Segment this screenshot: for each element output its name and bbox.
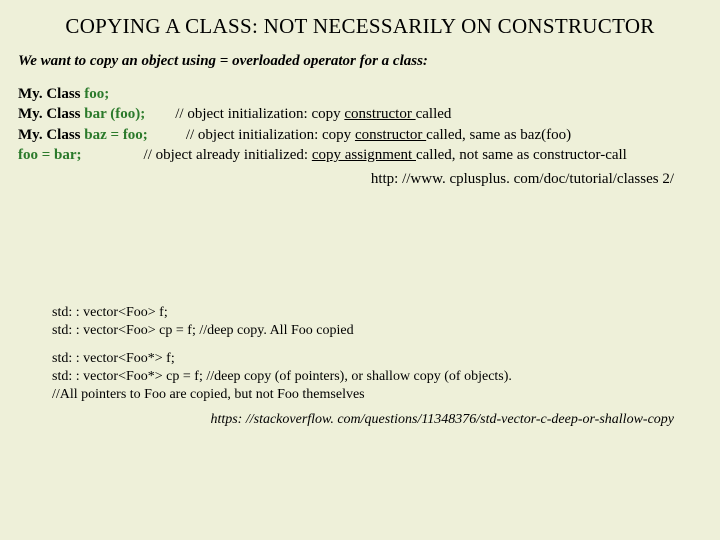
var-name: foo = bar; [18, 147, 82, 163]
comment-underlined: constructor [355, 127, 426, 143]
comment-underlined: copy assignment [312, 147, 416, 163]
vector-line: //All pointers to Foo are copied, but no… [52, 386, 702, 404]
intro-text: We want to copy an object using = overlo… [18, 53, 702, 70]
comment: // object initialization: copy [186, 127, 355, 143]
reference-link-2: https: //stackoverflow. com/questions/11… [18, 412, 702, 428]
code-line-4: foo = bar; // object already initialized:… [18, 145, 702, 165]
vector-line: std: : vector<Foo> f; [52, 304, 702, 322]
class-name: My. Class [18, 86, 84, 102]
class-name: My. Class [18, 106, 84, 122]
var-name: bar (foo); [84, 106, 145, 122]
class-name: My. Class [18, 127, 84, 143]
var-name: foo; [84, 86, 109, 102]
comment: // object already initialized: [144, 147, 312, 163]
code-line-3: My. Class baz = foo; // object initializa… [18, 125, 702, 145]
var-name: baz = foo; [84, 127, 148, 143]
comment: called [416, 106, 452, 122]
comment: called, same as baz(foo) [426, 127, 571, 143]
comment-underlined: constructor [344, 106, 415, 122]
reference-link-1: http: //www. cplusplus. com/doc/tutorial… [18, 171, 702, 188]
slide-title: COPYING A CLASS: NOT NECESSARILY ON CONS… [18, 14, 702, 39]
comment: called, not same as constructor-call [416, 147, 627, 163]
slide: COPYING A CLASS: NOT NECESSARILY ON CONS… [0, 0, 720, 540]
comment: // object initialization: copy [175, 106, 344, 122]
code-line-1: My. Class foo; [18, 84, 702, 104]
vector-line: std: : vector<Foo*> f; [52, 350, 702, 368]
vector-code-block: std: : vector<Foo> f; std: : vector<Foo>… [52, 304, 702, 404]
vector-line: std: : vector<Foo*> cp = f; //deep copy … [52, 368, 702, 386]
vector-line: std: : vector<Foo> cp = f; //deep copy. … [52, 322, 702, 340]
code-block: My. Class foo; My. Class bar (foo); // ob… [18, 84, 702, 165]
code-line-2: My. Class bar (foo); // object initializa… [18, 104, 702, 124]
